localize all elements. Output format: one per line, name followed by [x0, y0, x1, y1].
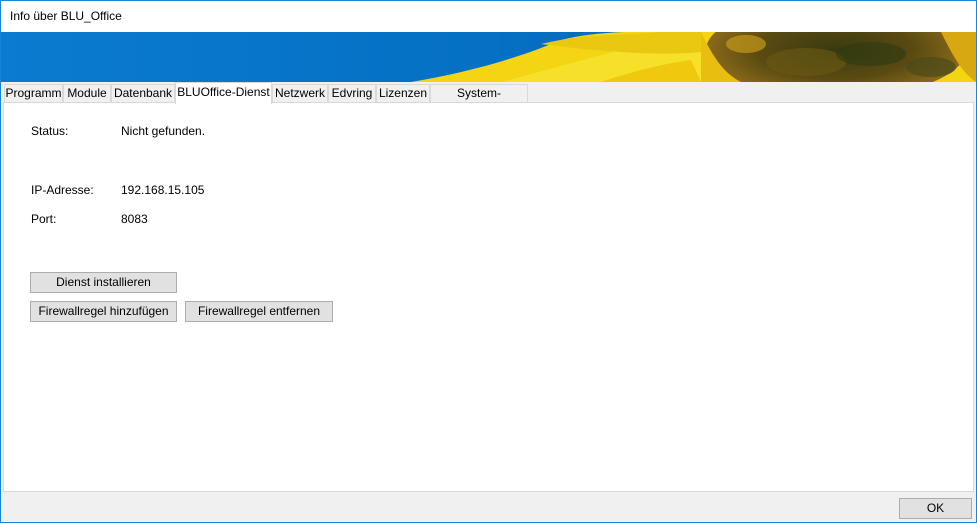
window-title: Info über BLU_Office	[10, 9, 122, 23]
add-firewall-rule-button[interactable]: Firewallregel hinzufügen	[30, 301, 177, 322]
ip-address-label: IP-Adresse:	[31, 183, 94, 197]
status-label: Status:	[31, 124, 69, 138]
tab-strip: Programm Module Datenbank BLUOffice-Dien…	[1, 82, 976, 117]
sunflower-image	[1, 32, 976, 82]
tab-bluoffice-dienst[interactable]: BLUOffice-Dienst	[175, 82, 272, 104]
install-service-button[interactable]: Dienst installieren	[30, 272, 177, 293]
tab-netzwerk[interactable]: Netzwerk	[272, 84, 328, 103]
about-dialog: Info über BLU_Office Programm Module Dat…	[0, 0, 977, 523]
tab-system-meldungen[interactable]: System-Meldungen	[430, 84, 528, 117]
tab-datenbank[interactable]: Datenbank	[111, 84, 175, 103]
dialog-footer: OK	[1, 493, 976, 522]
sunflower-banner	[1, 32, 976, 82]
status-value: Nicht gefunden.	[121, 124, 206, 138]
tab-lizenzen[interactable]: Lizenzen	[376, 84, 430, 103]
port-value: 8083	[121, 212, 148, 226]
ip-address-value: 192.168.15.105	[121, 183, 205, 197]
ok-button[interactable]: OK	[899, 498, 972, 519]
tab-programm[interactable]: Programm	[4, 84, 63, 103]
service-tab-panel: Status: Nicht gefunden. IP-Adresse: 192.…	[3, 102, 974, 492]
remove-firewall-rule-button[interactable]: Firewallregel entfernen	[185, 301, 333, 322]
tab-edvring[interactable]: Edvring	[328, 84, 376, 103]
port-label: Port:	[31, 212, 57, 226]
title-bar[interactable]: Info über BLU_Office	[1, 1, 976, 32]
tab-module[interactable]: Module	[63, 84, 111, 103]
